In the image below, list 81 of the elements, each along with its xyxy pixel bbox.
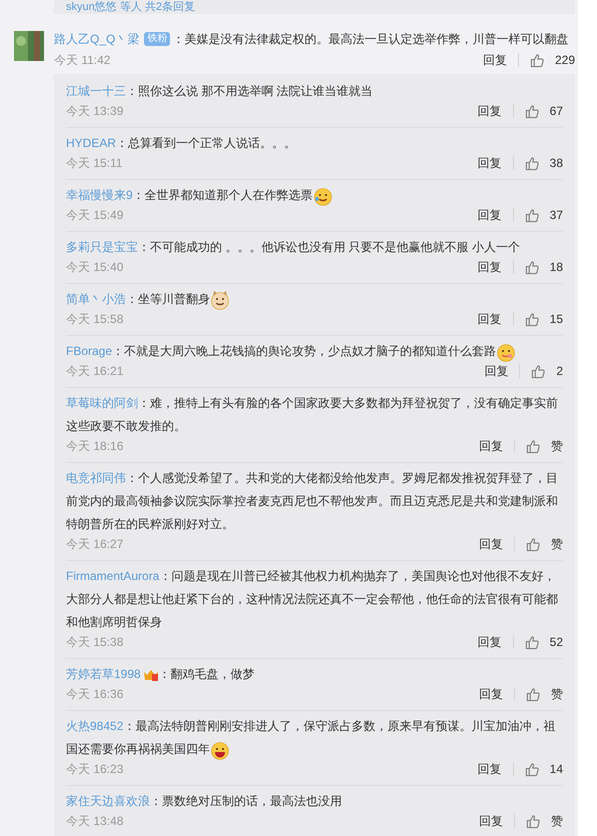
timestamp: 今天 18:16: [66, 438, 124, 454]
like-count: 赞: [551, 813, 563, 829]
reply-text: 简单丶小浩：坐等川普翻身: [66, 288, 563, 311]
username-link[interactable]: 幸福慢慢来9: [66, 188, 133, 202]
thumbs-up-icon[interactable]: [526, 814, 541, 828]
like-count: 15: [550, 311, 563, 327]
reply-link[interactable]: 回复: [479, 438, 503, 454]
reply-text: 幸福慢慢来9：全世界都知道那个人在作弊选票: [66, 184, 563, 207]
fan-badge: 铁粉: [144, 32, 170, 46]
more-replies-link[interactable]: skyun悠悠 等人 共2条回复: [66, 1, 195, 14]
reply-link[interactable]: 回复: [478, 155, 502, 171]
reply-text: FirmamentAurora：问题是现在川普已经被其他权力机构抛弃了，美国舆论也对他很不友好，大部分人都是想让他赶紧下台的，这种情况法院还真不一定会帮他，他任命的法官很有可能都和他割席明哲保身: [66, 568, 559, 631]
thumbs-up-icon[interactable]: [526, 536, 541, 552]
reply-text: 家住天边喜欢浪：票数绝对压制的话，最高法也没用: [66, 793, 343, 810]
reply-text: HYDEAR：总算看到一个正常人说话。。。: [66, 135, 298, 152]
username-link[interactable]: 家住天边喜欢浪: [66, 794, 150, 808]
timestamp: 今天 11:42: [54, 52, 110, 69]
like-count: 67: [550, 103, 563, 119]
comment-text: ：美媒是没有法律裁定权的。最高法一旦认定选举作弊，川普一样可以翻盘: [172, 31, 568, 48]
reply-link[interactable]: 回复: [479, 536, 503, 552]
like-count: 14: [550, 761, 563, 777]
reply-text: 草莓味的阿剑：难，推特上有头有脸的各个国家政要大多数都为拜登祝贺了，没有确定事实前这些政要不敢发推的。: [66, 395, 559, 435]
like-count: 赞: [551, 686, 563, 702]
reply-link[interactable]: 回复: [478, 761, 502, 777]
reply-text: 芳婷若草1998 ：翻鸡毛盘，做梦: [66, 666, 256, 684]
reply-link[interactable]: 回复: [478, 259, 502, 275]
thumbs-up-icon[interactable]: [526, 438, 541, 454]
like-count: 52: [550, 634, 563, 650]
reply-link[interactable]: 回复: [478, 311, 502, 327]
timestamp: 今天 16:36: [66, 686, 124, 702]
thumbs-up-icon[interactable]: [524, 156, 540, 170]
thumbs-up-icon[interactable]: [524, 208, 540, 222]
username-link[interactable]: FirmamentAurora: [66, 569, 160, 583]
like-count: 38: [550, 155, 563, 171]
reply-link[interactable]: 回复: [478, 103, 502, 119]
timestamp: 今天 15:58: [66, 311, 124, 327]
reply-text: 江城一十三：照你这么说 那不用选举啊 法院让谁当谁就当: [66, 83, 374, 100]
reply-link[interactable]: 回复: [478, 207, 502, 223]
username-link[interactable]: 芳婷若草1998: [66, 667, 141, 681]
like-count: 229: [554, 52, 575, 69]
thumbs-up-icon[interactable]: [524, 104, 540, 118]
like-count: 2: [556, 363, 563, 379]
username-link[interactable]: 多莉只是宝宝: [66, 240, 138, 254]
timestamp: 今天 15:40: [66, 259, 124, 275]
username-link[interactable]: 江城一十三: [66, 84, 126, 98]
username-link[interactable]: 草莓味的阿剑: [66, 396, 138, 410]
thumbs-up-icon[interactable]: [524, 634, 540, 650]
thumbs-up-icon[interactable]: [524, 762, 540, 776]
username-link[interactable]: HYDEAR: [66, 136, 116, 150]
thumbs-up-icon[interactable]: [526, 686, 541, 702]
thumbs-up-icon[interactable]: [530, 52, 545, 68]
avatar[interactable]: [14, 31, 44, 61]
reply-link[interactable]: 回复: [482, 51, 507, 69]
like-count: 37: [550, 207, 563, 223]
reply-link[interactable]: 回复: [484, 363, 508, 379]
timestamp: 今天 15:49: [66, 207, 124, 223]
reply-text: 电竞祁同伟：个人感觉没希望了。共和党的大佬都没给他发声。罗姆尼都发推祝贺拜登了，目前党内的最高领袖参议院实际掌控者麦克西尼也不帮他发声。而且迈克悉尼是共和党建制派和特朗普所在的民粹派刚好对立。: [66, 470, 559, 533]
timestamp: 今天 15:38: [66, 634, 124, 650]
timestamp: 今天 16:27: [66, 536, 124, 552]
username-link[interactable]: 电竞祁同伟: [66, 471, 126, 485]
reply-link[interactable]: 回复: [479, 813, 503, 829]
timestamp: 今天 13:48: [66, 813, 124, 829]
reply-link[interactable]: 回复: [479, 686, 503, 702]
like-count: 赞: [551, 536, 563, 552]
reply-text: FBorage：不就是大周六晚上花钱搞的舆论攻势，少点奴才脑子的都知道什么套路: [66, 340, 563, 363]
username-link[interactable]: FBorage: [66, 344, 112, 358]
timestamp: 今天 13:39: [66, 103, 124, 119]
username-link[interactable]: 路人乙Q_Q丶梁: [54, 29, 140, 49]
like-count: 18: [550, 259, 563, 275]
timestamp: 今天 15:11: [66, 155, 122, 171]
thumbs-up-icon[interactable]: [524, 312, 540, 326]
thumbs-up-icon[interactable]: [524, 260, 540, 274]
username-link[interactable]: 火热98452: [66, 719, 124, 733]
username-link[interactable]: 简单丶小浩: [66, 292, 126, 306]
timestamp: 今天 16:21: [66, 363, 124, 379]
like-count: 赞: [551, 438, 563, 454]
thumbs-up-icon[interactable]: [531, 364, 546, 378]
reply-link[interactable]: 回复: [478, 634, 502, 650]
reply-text: 火热98452：最高法特朗普刚刚安排进人了，保守派占多数，原来早有预谋。川宝加油冲，祖国还需要你再祸祸美国四年: [66, 715, 563, 761]
timestamp: 今天 16:23: [66, 761, 124, 777]
reply-text: 多莉只是宝宝：不可能成功的 。。。他诉讼也没有用 只要不是他赢他就不服 小人一个: [66, 239, 522, 256]
